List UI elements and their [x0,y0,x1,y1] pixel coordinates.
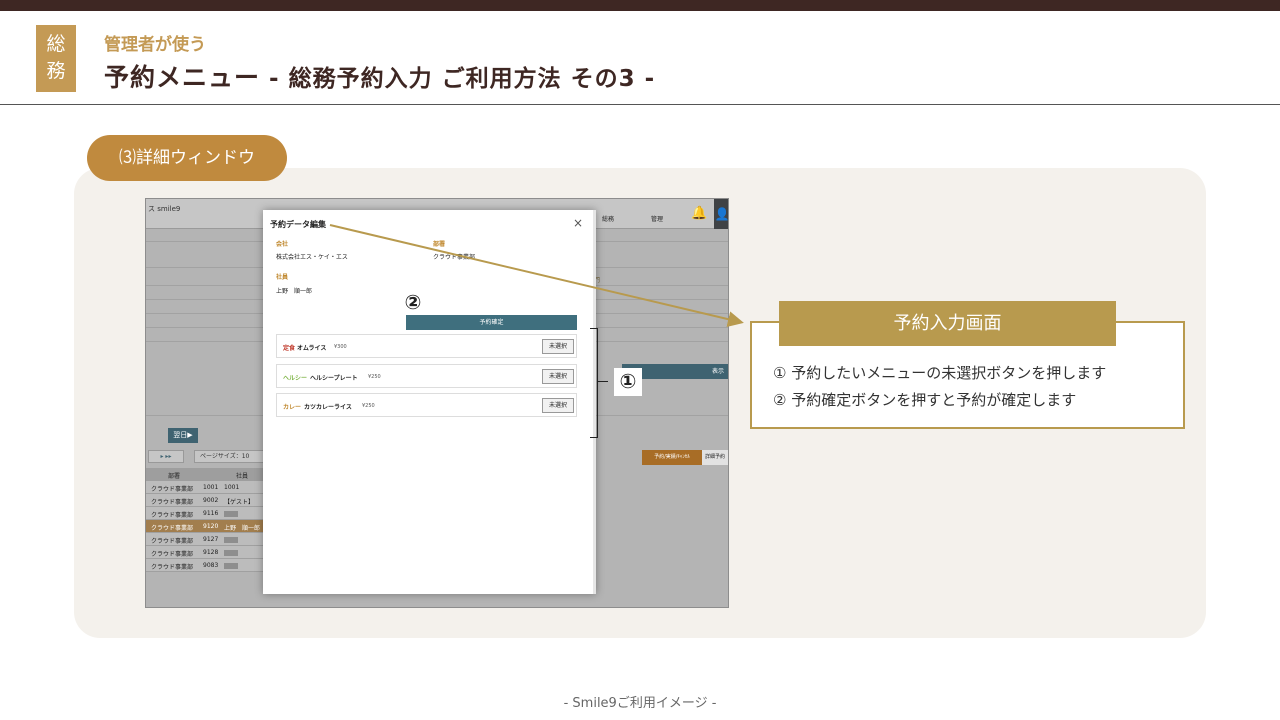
footer-caption: - Smile9ご利用イメージ - [563,696,717,711]
callout-arrow [329,224,744,328]
arrow-line [329,224,744,328]
